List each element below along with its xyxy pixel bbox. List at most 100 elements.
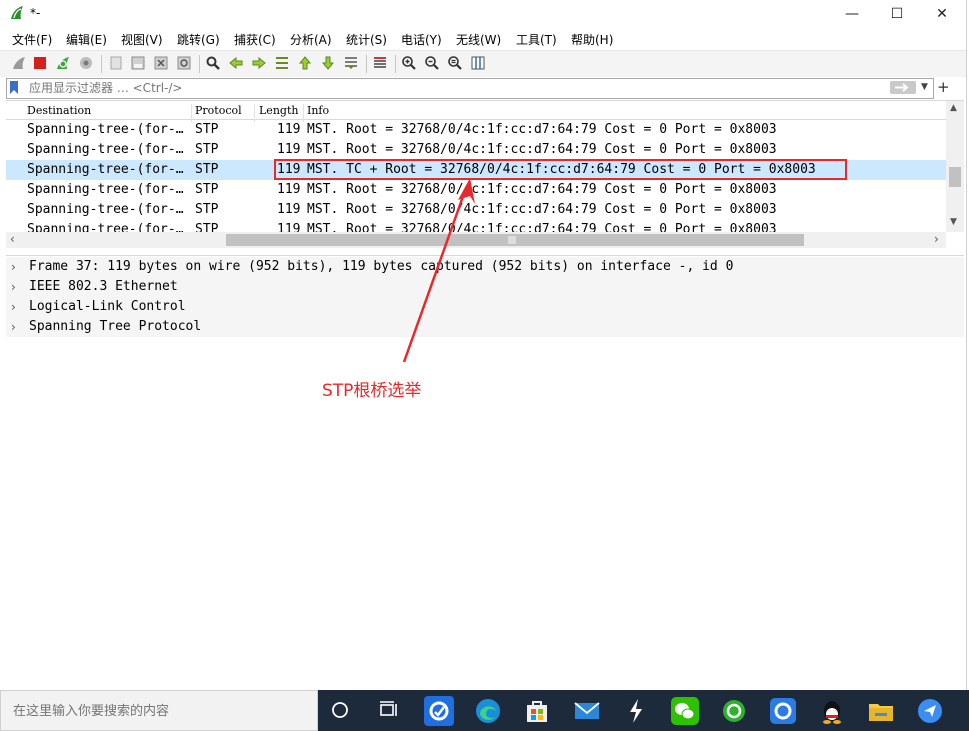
menu-file[interactable]: 文件(F) xyxy=(12,31,52,48)
detail-text: IEEE 802.3 Ethernet xyxy=(29,279,178,294)
detail-row-ethernet[interactable]: › IEEE 802.3 Ethernet xyxy=(6,277,964,297)
menu-analyze[interactable]: 分析(A) xyxy=(290,31,332,48)
menu-statistics[interactable]: 统计(S) xyxy=(346,31,387,48)
column-header-info[interactable]: Info xyxy=(307,104,329,117)
menu-tools[interactable]: 工具(T) xyxy=(516,31,557,48)
bookmark-icon[interactable] xyxy=(10,81,18,94)
packet-destination: Spanning-tree-(for-… xyxy=(27,222,184,232)
packet-length: 119 xyxy=(277,222,301,232)
title-bar: *- — ☐ ✕ xyxy=(0,0,966,28)
toolbar-separator xyxy=(366,55,367,73)
column-header-protocol[interactable]: Protocol xyxy=(195,104,242,117)
scroll-grip xyxy=(508,236,516,244)
green-ring-app-icon[interactable] xyxy=(719,696,749,726)
add-filter-button[interactable]: + xyxy=(937,79,950,95)
save-file-icon[interactable] xyxy=(130,55,146,71)
column-header-destination[interactable]: Destination xyxy=(27,104,91,117)
go-to-packet-icon[interactable] xyxy=(274,55,290,71)
packet-list-horizontal-scrollbar[interactable]: ‹ › xyxy=(6,232,946,248)
scroll-up-icon[interactable]: ▲ xyxy=(950,103,957,113)
detail-row-llc[interactable]: › Logical-Link Control xyxy=(6,297,964,317)
menu-go[interactable]: 跳转(G) xyxy=(177,31,220,48)
resize-columns-icon[interactable] xyxy=(470,55,486,71)
packet-row[interactable]: Spanning-tree-(for-… STP 119 MST. Root =… xyxy=(6,180,946,200)
cortana-icon[interactable] xyxy=(330,700,350,720)
mail-app-icon[interactable] xyxy=(424,696,454,726)
store-icon[interactable] xyxy=(522,696,552,726)
go-to-first-packet-icon[interactable] xyxy=(297,55,313,71)
file-explorer-icon[interactable] xyxy=(866,696,896,726)
stop-capture-icon[interactable] xyxy=(32,55,48,71)
display-filter-input[interactable] xyxy=(29,80,889,96)
find-packet-icon[interactable] xyxy=(205,55,221,71)
packet-row[interactable]: Spanning-tree-(for-… STP 119 MST. Root =… xyxy=(6,200,946,220)
blue-app-icon[interactable] xyxy=(768,696,798,726)
zoom-out-icon[interactable] xyxy=(424,55,440,71)
feishu-icon[interactable] xyxy=(915,696,945,726)
menu-telephony[interactable]: 电话(Y) xyxy=(401,31,442,48)
reload-file-icon[interactable] xyxy=(176,55,192,71)
auto-scroll-icon[interactable] xyxy=(343,55,359,71)
display-filter-bar: ▼ xyxy=(6,78,934,99)
packet-protocol: STP xyxy=(195,182,219,197)
packet-protocol: STP xyxy=(195,142,219,157)
packet-length: 119 xyxy=(277,182,301,197)
packet-row[interactable]: Spanning-tree-(for-… STP 119 MST. Root =… xyxy=(6,140,946,160)
detail-text: Spanning Tree Protocol xyxy=(29,319,202,334)
start-capture-icon[interactable] xyxy=(11,55,27,71)
close-file-icon[interactable] xyxy=(153,55,169,71)
maximize-button[interactable]: ☐ xyxy=(885,4,909,24)
task-view-icon[interactable] xyxy=(378,700,400,720)
qq-icon[interactable] xyxy=(817,696,847,726)
packet-list-vertical-scrollbar[interactable]: ▲ ▼ xyxy=(946,101,964,232)
normal-size-icon[interactable] xyxy=(447,55,463,71)
toolbar-separator xyxy=(101,55,102,73)
wechat-icon[interactable] xyxy=(670,696,700,726)
edge-icon[interactable] xyxy=(473,696,503,726)
packet-info: MST. Root = 32768/0/4c:1f:cc:d7:64:79 Co… xyxy=(307,222,777,232)
annotation-label: STP根桥选举 xyxy=(322,381,422,401)
expand-chevron-icon[interactable]: › xyxy=(11,297,16,317)
zoom-in-icon[interactable] xyxy=(401,55,417,71)
menu-edit[interactable]: 编辑(E) xyxy=(66,31,107,48)
scroll-left-icon[interactable]: ‹ xyxy=(10,232,15,246)
expand-chevron-icon[interactable]: › xyxy=(11,317,16,337)
stripe-app-icon[interactable] xyxy=(621,696,651,726)
filter-history-dropdown[interactable]: ▼ xyxy=(921,82,928,92)
toolbar-separator xyxy=(199,55,200,73)
detail-text: Logical-Link Control xyxy=(29,299,186,314)
close-button[interactable]: ✕ xyxy=(930,4,954,24)
expand-chevron-icon[interactable]: › xyxy=(11,277,16,297)
packet-destination: Spanning-tree-(for-… xyxy=(27,182,184,197)
wireshark-fin-icon xyxy=(11,6,23,19)
colorize-icon[interactable] xyxy=(372,55,388,71)
packet-row[interactable]: Spanning-tree-(for-… STP 119 MST. Root =… xyxy=(6,220,946,232)
go-forward-icon[interactable] xyxy=(251,55,267,71)
minimize-button[interactable]: — xyxy=(840,4,864,24)
menu-wireless[interactable]: 无线(W) xyxy=(456,31,501,48)
taskbar-search-box[interactable] xyxy=(0,690,318,731)
packet-row[interactable]: Spanning-tree-(for-… STP 119 MST. Root =… xyxy=(6,120,946,140)
packet-destination: Spanning-tree-(for-… xyxy=(27,142,184,157)
menu-view[interactable]: 视图(V) xyxy=(121,31,163,48)
go-back-icon[interactable] xyxy=(228,55,244,71)
packet-info: MST. Root = 32768/0/4c:1f:cc:d7:64:79 Co… xyxy=(307,142,777,157)
detail-row-frame[interactable]: › Frame 37: 119 bytes on wire (952 bits)… xyxy=(6,257,964,277)
windows-taskbar xyxy=(0,690,969,731)
open-file-icon[interactable] xyxy=(108,55,124,71)
scroll-thumb[interactable] xyxy=(949,167,961,187)
detail-row-stp[interactable]: › Spanning Tree Protocol xyxy=(6,317,964,337)
go-to-last-packet-icon[interactable] xyxy=(320,55,336,71)
expand-chevron-icon[interactable]: › xyxy=(11,257,16,277)
scroll-down-icon[interactable]: ▼ xyxy=(950,217,957,227)
packet-protocol: STP xyxy=(195,162,219,177)
apply-filter-arrow-icon[interactable] xyxy=(890,81,916,94)
mail-icon[interactable] xyxy=(572,696,602,726)
taskbar-search-input[interactable] xyxy=(13,702,303,720)
column-header-length[interactable]: Length xyxy=(259,104,298,117)
capture-options-icon[interactable] xyxy=(78,55,94,71)
menu-help[interactable]: 帮助(H) xyxy=(571,31,613,48)
menu-capture[interactable]: 捕获(C) xyxy=(234,31,276,48)
scroll-right-icon[interactable]: › xyxy=(934,232,939,246)
restart-capture-icon[interactable] xyxy=(55,55,71,71)
